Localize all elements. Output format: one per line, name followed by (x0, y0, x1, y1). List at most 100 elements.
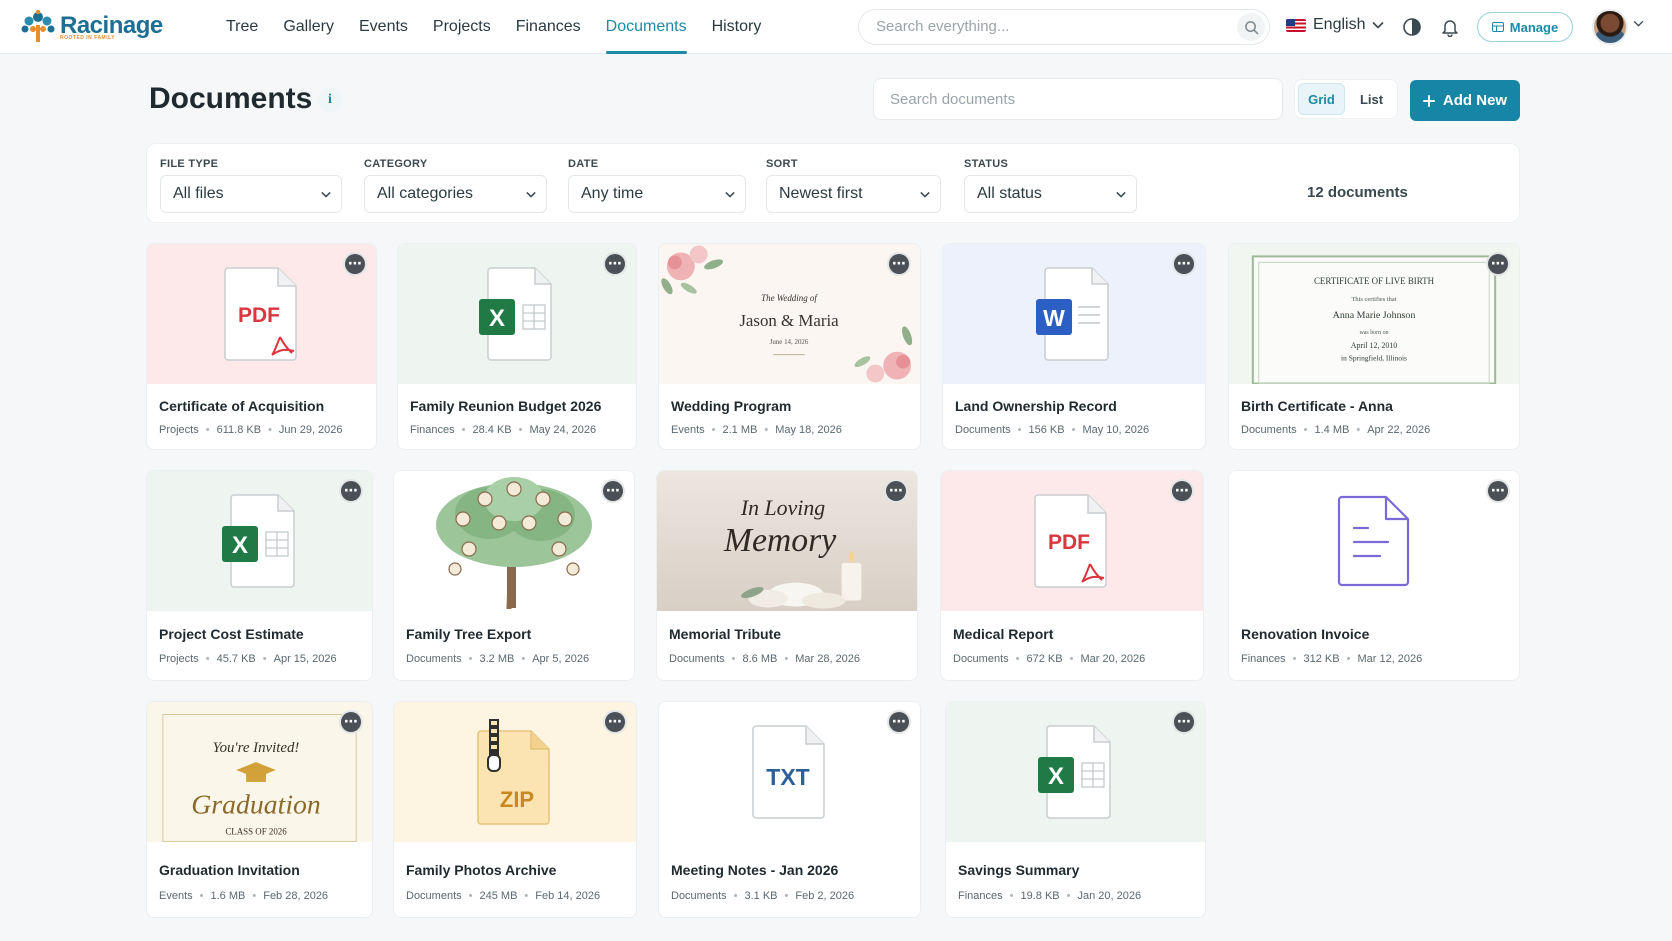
certificate-line1: This certifies that (1351, 296, 1396, 303)
memorial-thumbnail: In Loving Memory (657, 471, 917, 611)
filter-file-type: FILE TYPE All files (160, 158, 342, 213)
generic-thumbnail (1229, 471, 1519, 611)
document-card[interactable]: TXT ⋯ Meeting Notes - Jan 2026 Documents… (658, 701, 921, 918)
document-card[interactable]: CERTIFICATE OF LIVE BIRTH This certifies… (1228, 243, 1520, 450)
filter-category: CATEGORY All categories (364, 158, 547, 213)
document-card[interactable]: PDF ⋯ Medical Report Documents • 672 KB • Ma… (940, 470, 1204, 681)
document-card[interactable]: X ⋯ Savings Summary Finances • 19.8 KB • Jan… (945, 701, 1206, 918)
document-title: Land Ownership Record (955, 398, 1117, 414)
pdf-thumbnail: PDF (941, 471, 1203, 611)
document-card[interactable]: ⋯ Renovation Invoice Finances • 312 KB • Mar… (1228, 470, 1520, 681)
more-options-button[interactable]: ⋯ (1172, 710, 1196, 734)
wedding-names: Jason & Maria (739, 311, 839, 330)
certificate-thumbnail: CERTIFICATE OF LIVE BIRTH This certifies… (1229, 244, 1519, 384)
nav-gallery[interactable]: Gallery (283, 0, 334, 54)
notifications-button[interactable] (1437, 14, 1463, 40)
document-title: Meeting Notes - Jan 2026 (671, 862, 839, 878)
brand-logo[interactable]: Racinage ROOTED IN FAMILY (20, 9, 163, 43)
document-title: Family Photos Archive (406, 862, 557, 878)
document-card[interactable]: X ⋯ Family Reunion Budget 2026 Finances •… (397, 243, 637, 450)
wedding-date: June 14, 2026 (770, 338, 809, 346)
more-options-button[interactable]: ⋯ (603, 710, 627, 734)
status-select[interactable]: All status (964, 175, 1137, 213)
document-meta: Finances • 312 KB • Mar 12, 2026 (1241, 653, 1423, 665)
more-options-button[interactable]: ⋯ (339, 479, 363, 503)
nav-documents[interactable]: Documents (605, 0, 687, 54)
word-label: W (1043, 305, 1065, 331)
view-toggle: Grid List (1294, 79, 1398, 119)
chevron-down-icon (725, 191, 735, 198)
user-avatar[interactable] (1592, 9, 1628, 45)
more-options-button[interactable]: ⋯ (887, 252, 911, 276)
certificate-place: in Springfield, Illinois (1341, 354, 1407, 363)
nav-finances[interactable]: Finances (516, 0, 581, 54)
file-type-select[interactable]: All files (160, 175, 342, 213)
document-card[interactable]: The Wedding of Jason & Maria June 14, 20… (658, 243, 921, 450)
filter-sort: SORT Newest first (766, 158, 941, 213)
document-card[interactable]: W ⋯ Land Ownership Record Documents • 156 … (942, 243, 1206, 450)
more-options-button[interactable]: ⋯ (887, 710, 911, 734)
more-options-button[interactable]: ⋯ (884, 479, 908, 503)
add-new-label: Add New (1442, 92, 1508, 109)
grid-view-button[interactable]: Grid (1298, 83, 1345, 115)
document-search-input[interactable] (890, 91, 1260, 108)
document-card[interactable]: PDF ⋯ Certificate of Acquisition Project… (146, 243, 377, 450)
more-options-button[interactable]: ⋯ (1172, 252, 1196, 276)
nav-tree[interactable]: Tree (226, 0, 258, 54)
info-icon[interactable]: i (318, 88, 342, 112)
page-title: Documents (149, 82, 313, 115)
chevron-down-icon (526, 191, 536, 198)
grid-icon (1491, 22, 1504, 32)
category-select[interactable]: All categories (364, 175, 547, 213)
global-search-input[interactable] (876, 18, 1206, 35)
select-value: All files (173, 185, 224, 202)
nav-history[interactable]: History (712, 0, 762, 54)
word-thumbnail: W (943, 244, 1205, 384)
language-label: English (1313, 16, 1366, 33)
excel-label: X (489, 305, 505, 332)
document-meta: Documents • 672 KB • Mar 20, 2026 (953, 653, 1146, 665)
add-new-button[interactable]: Add New (1410, 80, 1520, 121)
filter-label: DATE (568, 158, 599, 170)
document-meta: Finances • 19.8 KB • Jan 20, 2026 (958, 890, 1142, 902)
document-card[interactable]: X ⋯ Project Cost Estimate Projects • 45.7 … (146, 470, 373, 681)
manage-button[interactable]: Manage (1477, 12, 1573, 42)
pdf-file-icon: PDF (223, 267, 297, 361)
nav-projects[interactable]: Projects (433, 0, 491, 54)
certificate-name: Anna Marie Johnson (1333, 310, 1416, 321)
certificate-line2: was born on (1359, 330, 1388, 336)
more-options-button[interactable]: ⋯ (603, 252, 627, 276)
chevron-down-icon[interactable] (1633, 20, 1644, 27)
more-options-button[interactable]: ⋯ (339, 710, 363, 734)
more-options-button[interactable]: ⋯ (601, 479, 625, 503)
more-options-button[interactable]: ⋯ (1486, 479, 1510, 503)
theme-toggle-button[interactable] (1399, 14, 1425, 40)
document-meta: Events • 1.6 MB • Feb 28, 2026 (159, 890, 329, 902)
document-count: 12 documents (1307, 184, 1408, 201)
document-title: Medical Report (953, 626, 1054, 642)
list-view-button[interactable]: List (1349, 83, 1394, 115)
document-title: Graduation Invitation (159, 862, 300, 878)
nav-events[interactable]: Events (359, 0, 408, 54)
more-options-button[interactable]: ⋯ (1170, 479, 1194, 503)
document-card[interactable]: ⋯ Family Tree Export Documents • 3.2 MB • Ap… (393, 470, 635, 681)
generic-file-icon (1337, 495, 1410, 587)
language-selector[interactable]: English (1286, 16, 1385, 34)
graduation-line3: CLASS OF 2026 (225, 826, 287, 836)
more-options-button[interactable]: ⋯ (1486, 252, 1510, 276)
document-title: Savings Summary (958, 862, 1080, 878)
certificate-date: April 12, 2010 (1351, 341, 1398, 350)
document-search (873, 78, 1283, 120)
date-select[interactable]: Any time (568, 175, 746, 213)
memorial-line2: Memory (723, 522, 836, 559)
global-search-button[interactable] (1237, 13, 1265, 41)
document-meta: Events • 2.1 MB • May 18, 2026 (671, 424, 842, 436)
document-card[interactable]: ZIP ⋯ Family Photos Archive Documents • 24… (393, 701, 637, 918)
filter-label: STATUS (964, 158, 1009, 170)
document-card[interactable]: You're Invited! Graduation CLASS OF 2026… (146, 701, 373, 918)
document-card[interactable]: In Loving Memory ⋯ Memorial Tribute Docu… (656, 470, 918, 681)
document-title: Family Reunion Budget 2026 (410, 398, 602, 414)
sort-select[interactable]: Newest first (766, 175, 941, 213)
more-options-button[interactable]: ⋯ (343, 252, 367, 276)
select-value: All categories (377, 185, 474, 202)
